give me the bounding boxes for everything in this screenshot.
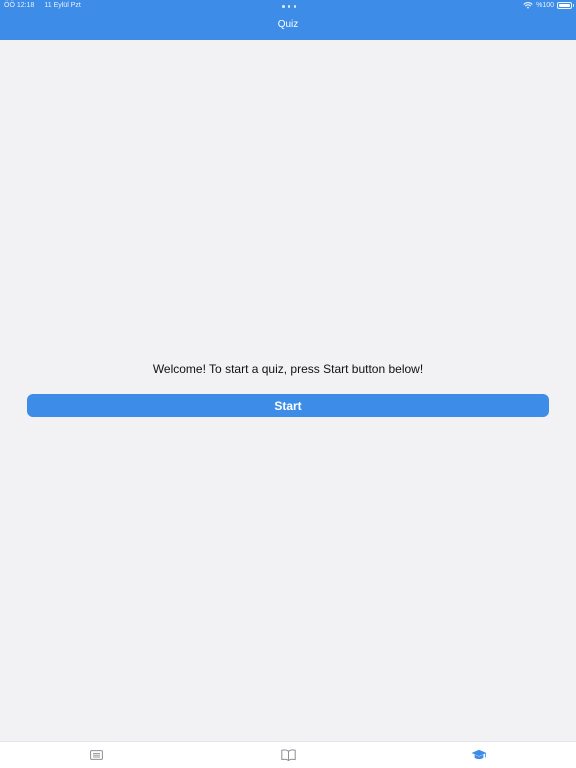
tab-quiz[interactable] xyxy=(471,748,487,762)
battery-icon xyxy=(557,1,574,9)
status-bar-right: %100 xyxy=(523,1,574,9)
header: ÖÖ 12:18 11 Eylül Pzt %100 Quiz xyxy=(0,0,576,40)
battery-percentage: %100 xyxy=(536,1,554,9)
status-bar-left: ÖÖ 12:18 11 Eylül Pzt xyxy=(4,2,91,9)
tab-book[interactable] xyxy=(280,748,296,762)
tab-list[interactable] xyxy=(88,748,104,762)
book-icon xyxy=(280,749,296,761)
multitasking-dots-icon[interactable] xyxy=(282,5,296,8)
status-date: 11 Eylül Pzt xyxy=(44,2,81,9)
graduation-cap-icon xyxy=(471,749,487,760)
welcome-message: Welcome! To start a quiz, press Start bu… xyxy=(152,362,424,376)
list-icon xyxy=(89,750,103,760)
status-time: ÖÖ 12:18 xyxy=(4,2,35,9)
tab-bar xyxy=(0,741,576,768)
start-button[interactable]: Start xyxy=(27,394,549,417)
page-title: Quiz xyxy=(277,19,299,30)
wifi-icon xyxy=(523,2,533,9)
